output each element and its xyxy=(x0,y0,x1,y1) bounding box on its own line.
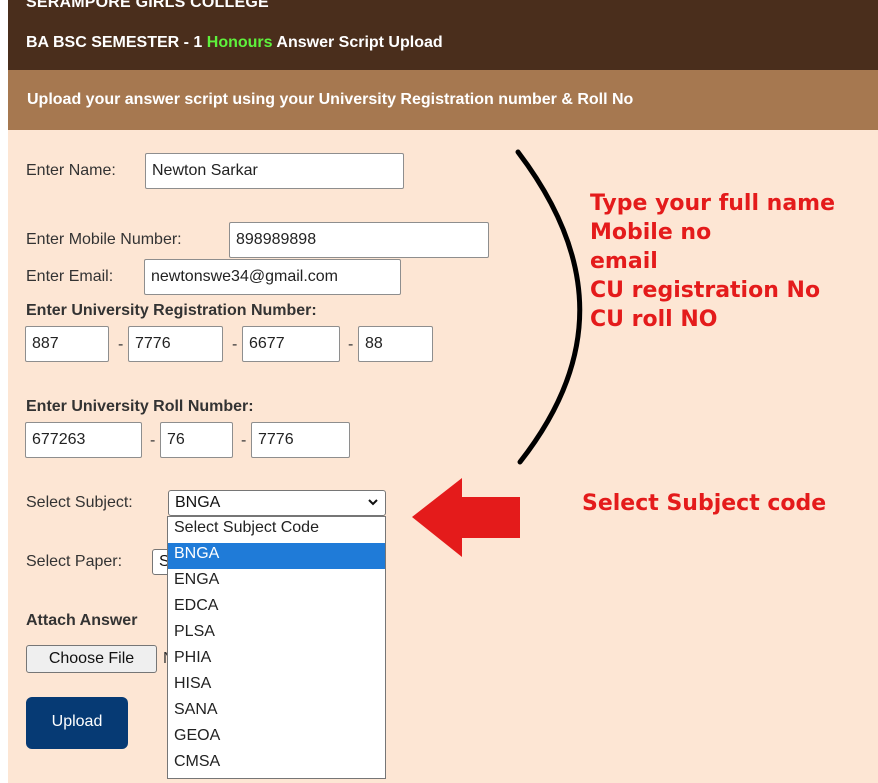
bracket-curve-icon xyxy=(515,149,583,465)
annotation-line: CU roll NO xyxy=(590,307,718,332)
annotation-line: Type your full name xyxy=(590,191,836,216)
annotation-line: CU registration No xyxy=(590,278,821,303)
annotation-subject: Select Subject code xyxy=(582,491,827,516)
annotation-steps: Type your full name Mobile no email CU r… xyxy=(590,189,835,334)
annotation-line: Mobile no xyxy=(590,220,712,245)
annotation-line: email xyxy=(590,249,658,274)
red-arrow-icon xyxy=(412,478,520,557)
annotation-overlay xyxy=(412,149,583,557)
